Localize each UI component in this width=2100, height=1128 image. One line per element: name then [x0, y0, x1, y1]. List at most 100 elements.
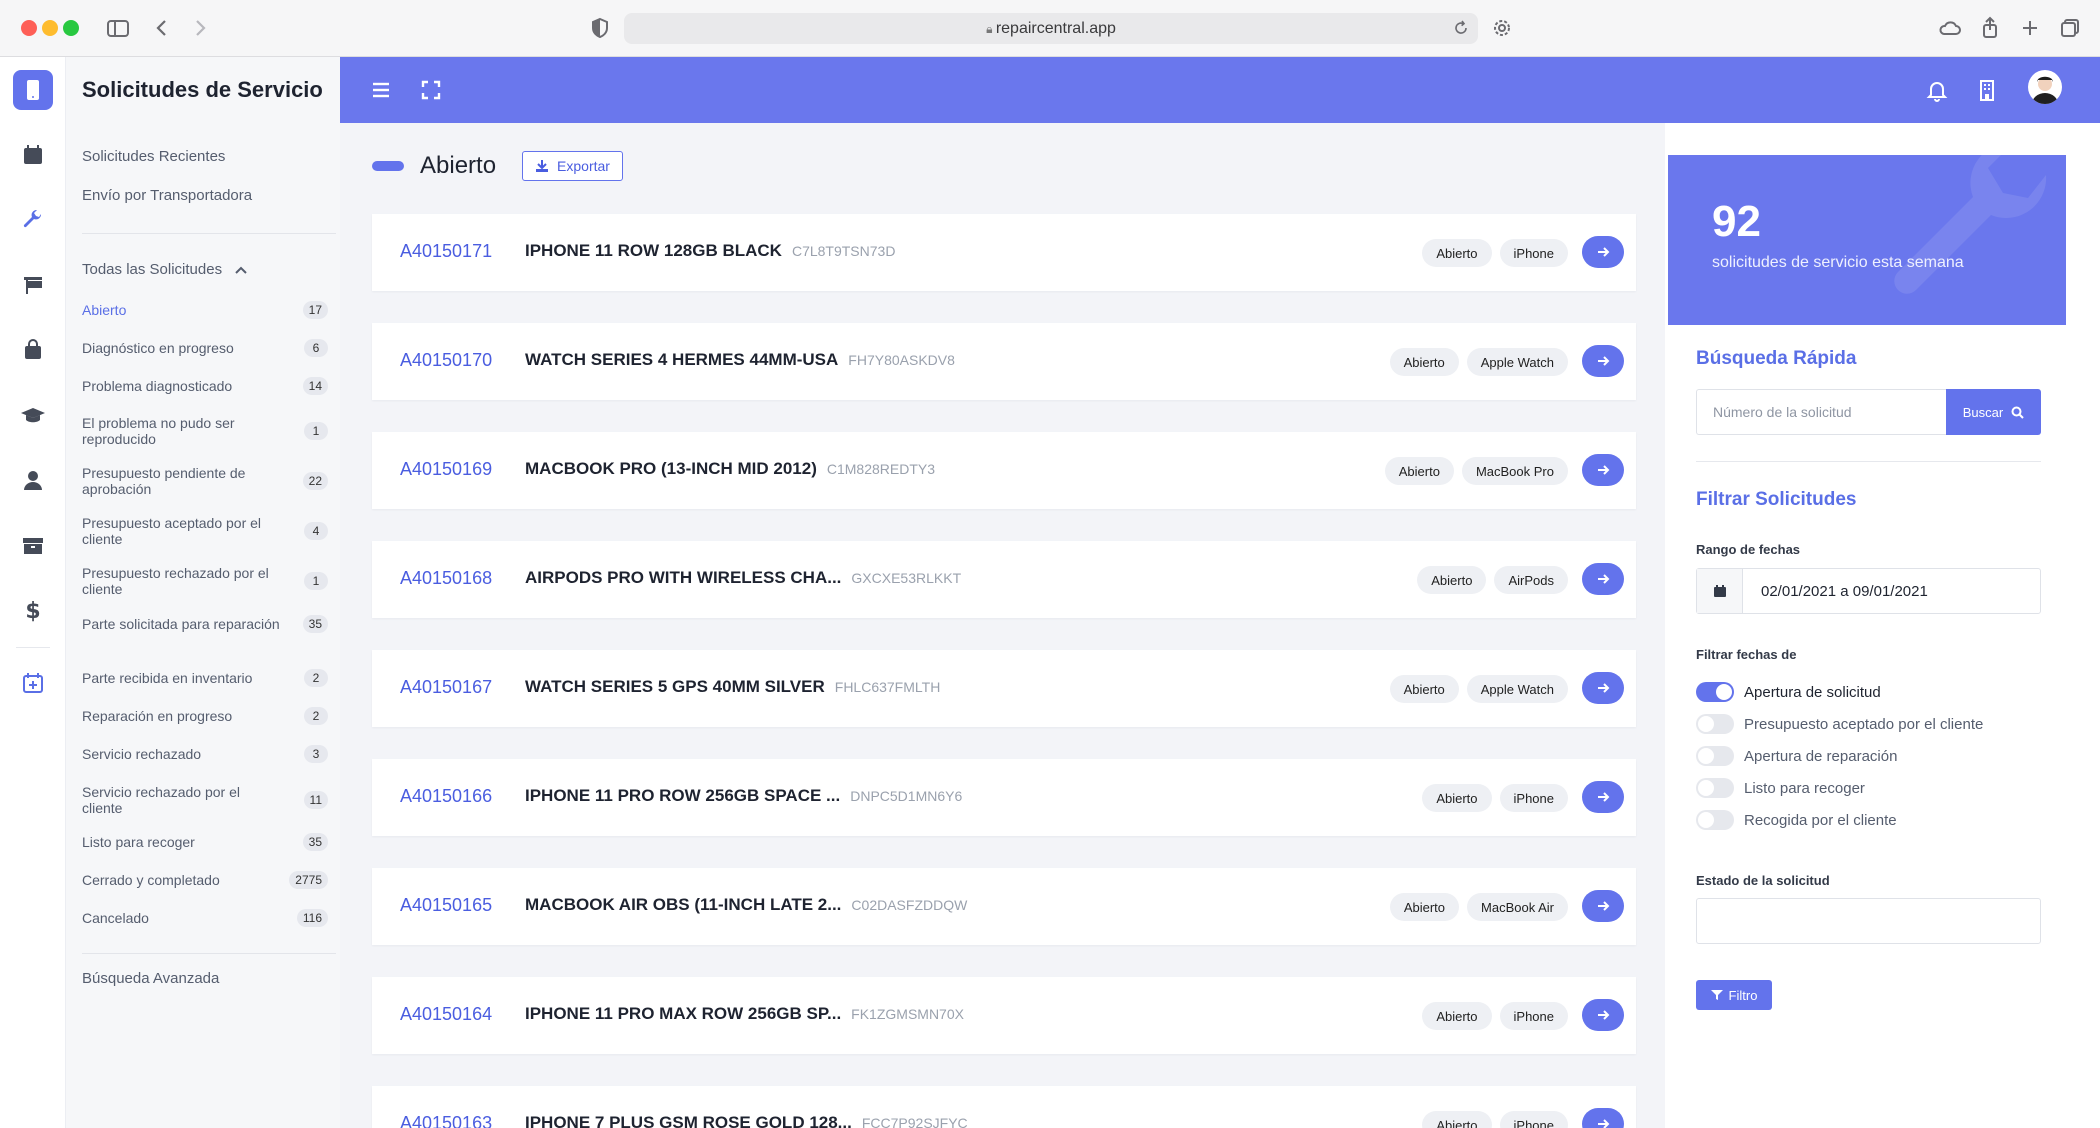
request-serial: C02DASFZDDQW	[851, 897, 968, 913]
status-item[interactable]: Presupuesto rechazado por el cliente 1	[82, 565, 340, 597]
filter-button[interactable]: Filtro	[1696, 980, 1772, 1010]
toggle-label: Presupuesto aceptado por el cliente	[1744, 715, 1984, 733]
rail-calendar[interactable]	[13, 135, 53, 175]
request-card[interactable]: A40150170 WATCH SERIES 4 HERMES 44MM-USA…	[372, 323, 1636, 400]
status-item[interactable]: El problema no pudo ser reproducido 1	[82, 415, 340, 447]
request-id[interactable]: A40150163	[400, 1113, 492, 1128]
status-item-abierto[interactable]: Abierto 17	[82, 301, 340, 319]
request-card[interactable]: A40150171 IPHONE 11 ROW 128GB BLACK C7L8T…	[372, 214, 1636, 291]
request-card[interactable]: A40150164 IPHONE 11 PRO MAX ROW 256GB SP…	[372, 977, 1636, 1054]
toggle-repair-opening[interactable]: Apertura de reparación	[1696, 746, 1897, 766]
rail-education[interactable]	[13, 395, 53, 435]
shield-icon[interactable]	[586, 14, 614, 42]
status-item[interactable]: Diagnóstico en progreso 6	[82, 339, 340, 357]
date-range-input[interactable]: 02/01/2021 a 09/01/2021	[1696, 568, 2041, 614]
wrench-icon	[23, 209, 42, 228]
status-item[interactable]: Presupuesto aceptado por el cliente 4	[82, 515, 340, 547]
rail-billing[interactable]: $	[13, 590, 53, 630]
toggle-quote-accepted[interactable]: Presupuesto aceptado por el cliente	[1696, 714, 1983, 734]
bell-icon[interactable]	[1924, 77, 1950, 103]
request-id[interactable]: A40150168	[400, 568, 492, 589]
open-request-button[interactable]	[1582, 781, 1624, 813]
status-item[interactable]: Servicio rechazado por el cliente 11	[82, 784, 340, 816]
fullscreen-icon[interactable]	[418, 77, 444, 103]
open-request-button[interactable]	[1582, 999, 1624, 1031]
toggle-switch[interactable]	[1696, 778, 1734, 798]
rail-box[interactable]	[13, 525, 53, 565]
sidebar-divider	[82, 953, 336, 954]
rail-phone[interactable]	[13, 70, 53, 110]
request-card[interactable]: A40150165 MACBOOK AIR OBS (11-INCH LATE …	[372, 868, 1636, 945]
request-id[interactable]: A40150170	[400, 350, 492, 371]
status-item[interactable]: Parte solicitada para reparación 35	[82, 615, 340, 633]
toggle-label: Recogida por el cliente	[1744, 811, 1897, 829]
request-card[interactable]: A40150163 IPHONE 7 PLUS GSM ROSE GOLD 12…	[372, 1086, 1636, 1128]
close-window-button[interactable]	[21, 20, 37, 36]
status-item[interactable]: Cancelado 116	[82, 909, 340, 927]
zoom-window-button[interactable]	[63, 20, 79, 36]
device-tag: AirPods	[1494, 566, 1568, 594]
menu-icon[interactable]	[368, 77, 394, 103]
request-card[interactable]: A40150167 WATCH SERIES 5 GPS 40MM SILVER…	[372, 650, 1636, 727]
sidebar-link-recent[interactable]: Solicitudes Recientes	[82, 148, 225, 165]
back-icon[interactable]	[148, 14, 176, 42]
open-request-button[interactable]	[1582, 454, 1624, 486]
status-count: 17	[302, 301, 328, 319]
toggle-ready-pickup[interactable]: Listo para recoger	[1696, 778, 1865, 798]
rail-user[interactable]	[13, 460, 53, 500]
status-item[interactable]: Problema diagnosticado 14	[82, 377, 340, 395]
forward-icon[interactable]	[186, 14, 214, 42]
sidebar-group-all-requests[interactable]: Todas las Solicitudes	[82, 261, 248, 278]
sidebar-link-advanced-search[interactable]: Búsqueda Avanzada	[82, 970, 219, 987]
minimize-window-button[interactable]	[42, 20, 58, 36]
request-id[interactable]: A40150167	[400, 677, 492, 698]
request-id[interactable]: A40150169	[400, 459, 492, 480]
request-id[interactable]: A40150164	[400, 1004, 492, 1025]
open-request-button[interactable]	[1582, 236, 1624, 268]
request-card[interactable]: A40150169 MACBOOK PRO (13-INCH MID 2012)…	[372, 432, 1636, 509]
toggle-switch[interactable]	[1696, 746, 1734, 766]
reload-icon[interactable]	[1452, 19, 1470, 37]
settings-gear-icon[interactable]	[1488, 14, 1516, 42]
new-tab-icon[interactable]	[2016, 14, 2044, 42]
status-count: 1	[304, 572, 328, 590]
share-icon[interactable]	[1976, 14, 2004, 42]
rail-flag[interactable]	[13, 265, 53, 305]
rail-bag[interactable]	[13, 330, 53, 370]
rail-wrench[interactable]	[13, 200, 53, 240]
address-bar[interactable]: 🔒︎ repaircentral.app	[624, 13, 1478, 44]
open-request-button[interactable]	[1582, 1108, 1624, 1128]
export-button[interactable]: Exportar	[522, 151, 623, 181]
status-item[interactable]: Cerrado y completado 2775	[82, 871, 340, 889]
request-id[interactable]: A40150166	[400, 786, 492, 807]
open-request-button[interactable]	[1582, 345, 1624, 377]
request-number-input[interactable]: Número de la solicitud	[1696, 389, 1946, 435]
request-id[interactable]: A40150171	[400, 241, 492, 262]
request-id[interactable]: A40150165	[400, 895, 492, 916]
toggle-switch[interactable]	[1696, 682, 1734, 702]
request-card[interactable]: A40150168 AIRPODS PRO WITH WIRELESS CHA.…	[372, 541, 1636, 618]
toggle-picked-up[interactable]: Recogida por el cliente	[1696, 810, 1897, 830]
tab-overview-icon[interactable]	[2056, 14, 2084, 42]
open-request-button[interactable]	[1582, 672, 1624, 704]
open-request-button[interactable]	[1582, 890, 1624, 922]
rail-new-appointment[interactable]	[13, 663, 53, 703]
open-request-button[interactable]	[1582, 563, 1624, 595]
sidebar-toggle-icon[interactable]	[104, 14, 132, 42]
building-icon[interactable]	[1974, 77, 2000, 103]
status-item[interactable]: Listo para recoger 35	[82, 833, 340, 851]
status-item[interactable]: Servicio rechazado 3	[82, 745, 340, 763]
cloud-icon[interactable]	[1936, 14, 1964, 42]
toggle-switch[interactable]	[1696, 810, 1734, 830]
sidebar-link-carrier[interactable]: Envío por Transportadora	[82, 187, 252, 204]
request-state-select[interactable]	[1696, 898, 2041, 944]
avatar[interactable]	[2028, 70, 2062, 104]
status-item[interactable]: Parte recibida en inventario 2	[82, 669, 340, 687]
toggle-switch[interactable]	[1696, 714, 1734, 734]
status-item[interactable]: Presupuesto pendiente de aprobación 22	[82, 465, 340, 497]
status-label: Cancelado	[82, 910, 149, 926]
request-card[interactable]: A40150166 IPHONE 11 PRO ROW 256GB SPACE …	[372, 759, 1636, 836]
toggle-request-opening[interactable]: Apertura de solicitud	[1696, 682, 1881, 702]
search-button[interactable]: Buscar	[1946, 389, 2041, 435]
status-item[interactable]: Reparación en progreso 2	[82, 707, 340, 725]
